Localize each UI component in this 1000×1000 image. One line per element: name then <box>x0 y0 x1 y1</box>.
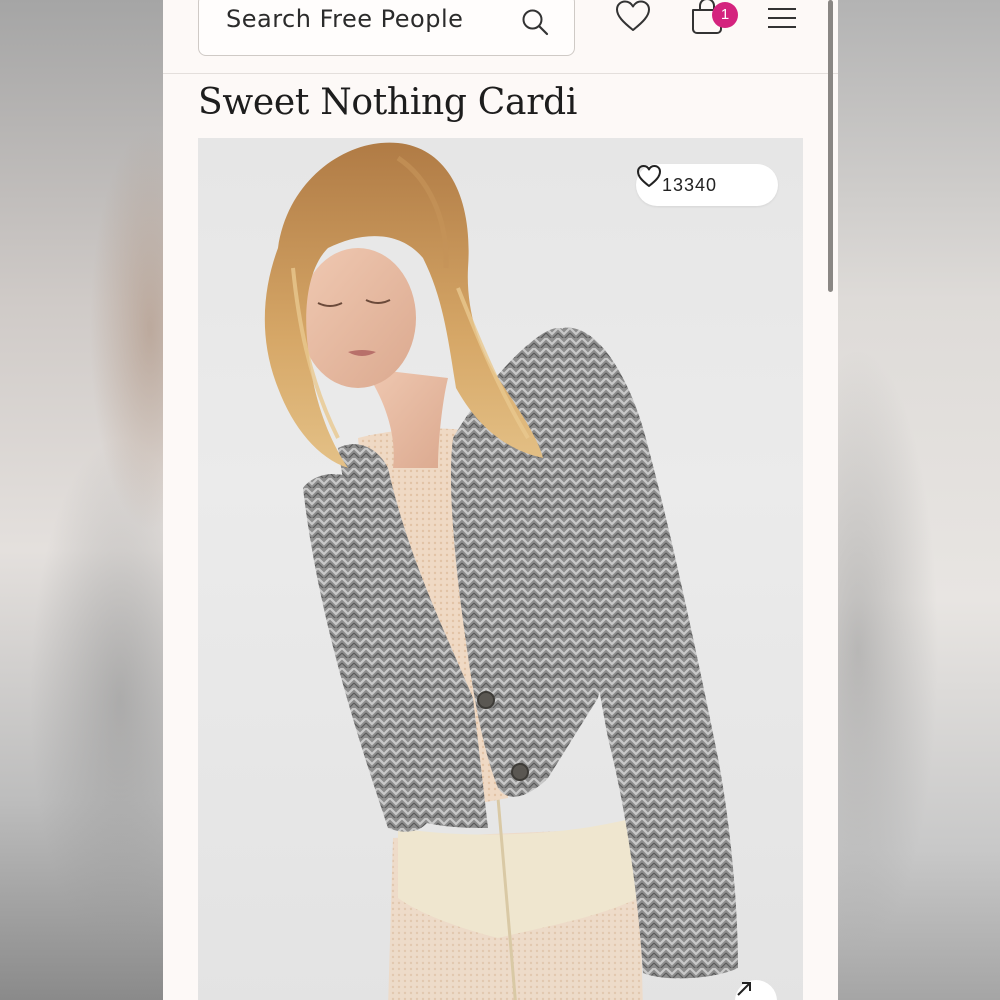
hamburger-menu-icon[interactable] <box>767 6 797 30</box>
likes-count: 13340 <box>662 175 718 195</box>
top-header: Search Free People 1 <box>163 0 838 74</box>
heart-outline-icon <box>637 165 661 187</box>
likes-button[interactable]: 13340 <box>636 164 778 206</box>
product-image[interactable]: 13340 <box>198 138 803 1000</box>
blurred-backdrop-left <box>0 0 163 1000</box>
model-illustration <box>264 142 738 1000</box>
cart-count-badge: 1 <box>712 2 738 28</box>
product-title: Sweet Nothing Cardi <box>198 82 578 123</box>
search-icon[interactable] <box>520 7 550 37</box>
blurred-backdrop-right <box>838 0 1000 1000</box>
expand-arrow-icon <box>737 982 751 996</box>
search-input[interactable]: Search Free People <box>198 0 575 56</box>
search-placeholder: Search Free People <box>226 5 464 33</box>
scrollbar-thumb[interactable] <box>828 0 833 292</box>
phone-screen: Search Free People 1 Sweet Nothing Cardi <box>163 0 838 1000</box>
wishlist-heart-icon[interactable] <box>615 0 651 32</box>
